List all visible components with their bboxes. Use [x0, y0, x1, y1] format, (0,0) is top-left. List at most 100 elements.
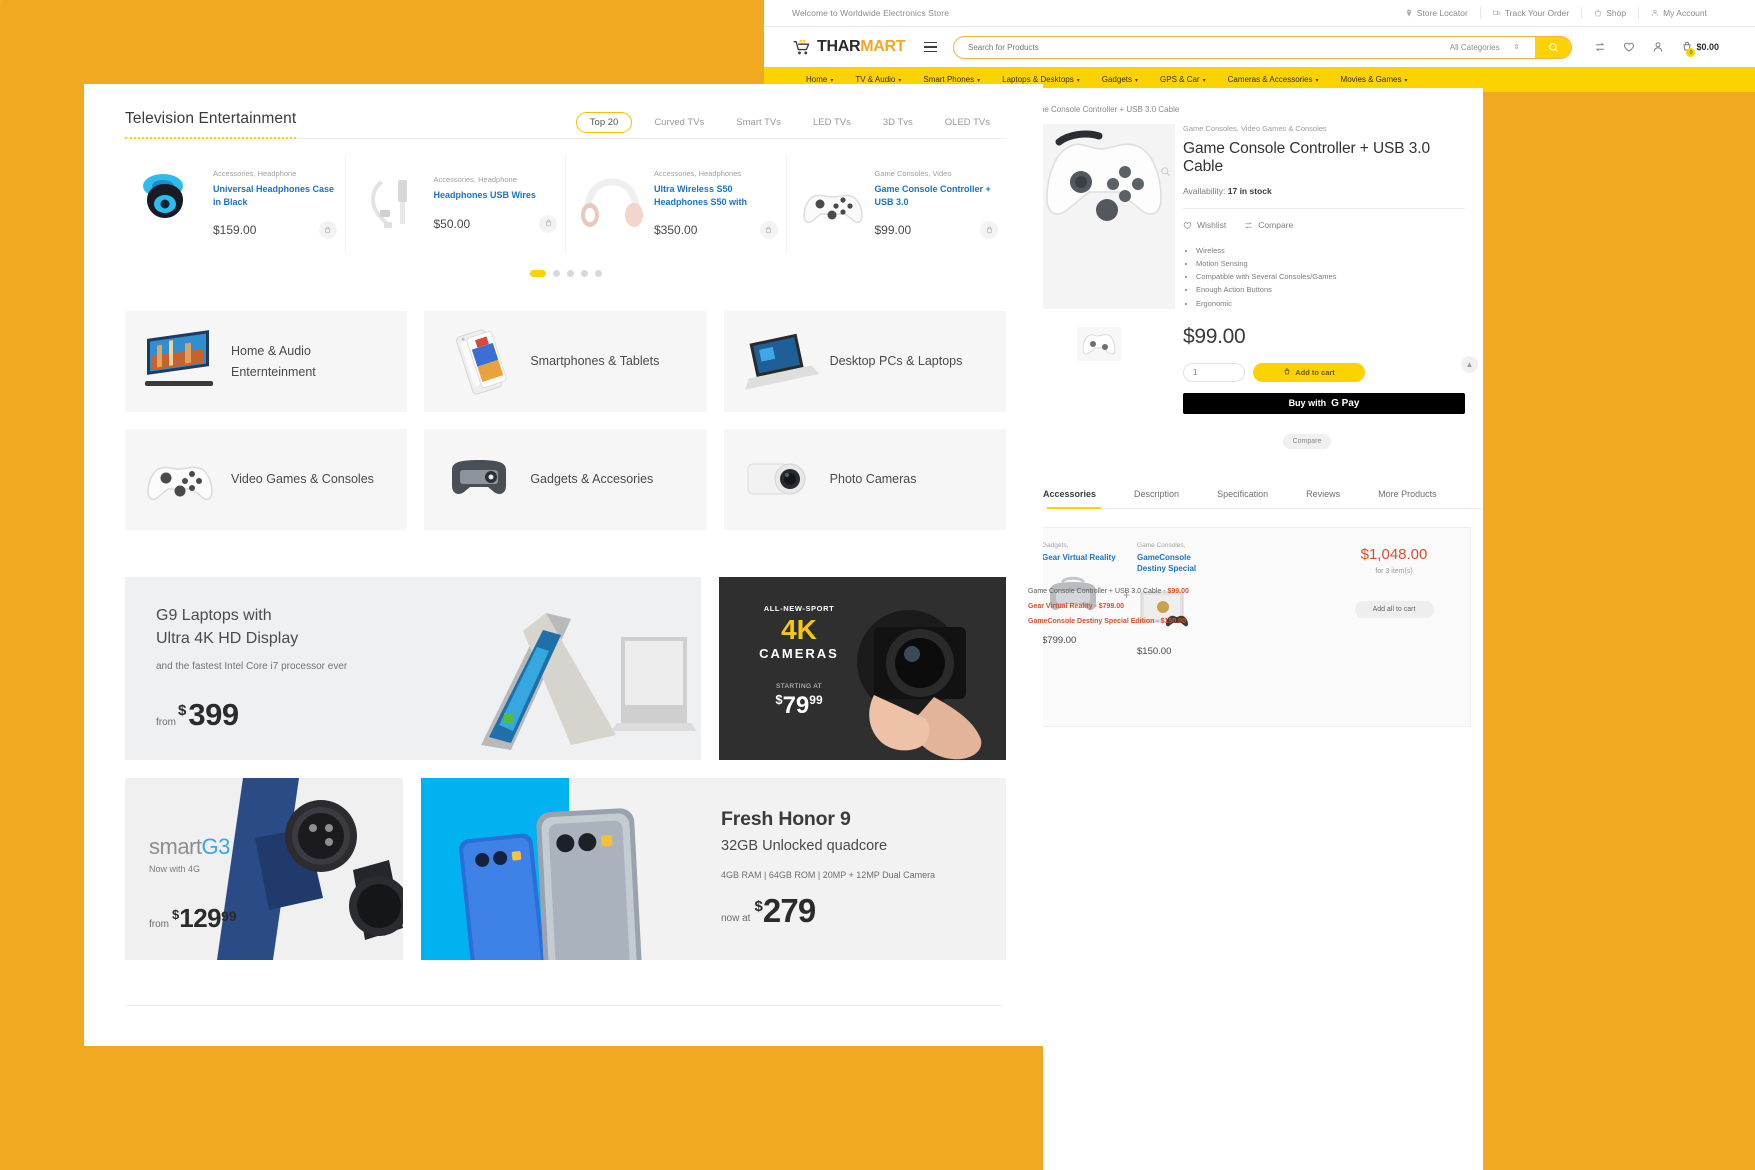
- carousel-dot-5[interactable]: [594, 270, 602, 277]
- top-link-label: My Account: [1663, 8, 1707, 18]
- nav-item-gadgets[interactable]: Gadgets ▾: [1091, 75, 1149, 84]
- carousel-product[interactable]: Game Consoles, Video Game Console Contro…: [787, 156, 1007, 252]
- add-to-cart-icon[interactable]: [539, 214, 557, 233]
- carousel-dot-4[interactable]: [580, 270, 588, 277]
- nav-item-smart-phones[interactable]: Smart Phones ▾: [912, 75, 991, 84]
- carousel-product[interactable]: Accessories, Headphones Ultra Wireless S…: [566, 156, 787, 252]
- search-input[interactable]: [954, 42, 1444, 52]
- top-link-store-locator[interactable]: Store Locator: [1393, 7, 1480, 19]
- wishlist-button[interactable]: Wishlist: [1183, 220, 1226, 230]
- wishlist-heart-icon[interactable]: [1623, 41, 1635, 53]
- product-price: $99.00: [874, 223, 912, 238]
- nav-item-gps-car[interactable]: GPS & Car ▾: [1149, 75, 1217, 84]
- tab-top-20[interactable]: Top 20: [575, 112, 633, 133]
- add-all-to-cart-button[interactable]: Add all to cart: [1354, 600, 1434, 618]
- add-to-cart-button[interactable]: Add to cart: [1253, 362, 1365, 382]
- promo-banner-g9-laptops[interactable]: G9 Laptops with Ultra 4K HD Display and …: [125, 577, 701, 760]
- tab-more-products[interactable]: More Products: [1359, 489, 1456, 508]
- product-name[interactable]: Headphones USB Wires: [434, 189, 558, 202]
- tab-oled-tvs[interactable]: OLED TVs: [929, 117, 1006, 128]
- category-card-smartphones-tablets[interactable]: Smartphones & Tablets: [424, 311, 707, 412]
- tab-reviews[interactable]: Reviews: [1287, 489, 1359, 508]
- nav-label: Gadgets: [1101, 75, 1132, 84]
- product-category: Accessories, Headphones: [654, 168, 742, 178]
- site-logo[interactable]: THARMART: [792, 38, 910, 56]
- carousel-dot-1[interactable]: [529, 270, 546, 277]
- nav-item-tv-audio[interactable]: TV & Audio ▾: [844, 75, 912, 84]
- chevron-updown-icon: ⇕: [1513, 44, 1520, 51]
- feature-item: Compatible with Several Consoles/Games: [1196, 270, 1465, 283]
- search-button[interactable]: [1535, 36, 1572, 58]
- menu-hamburger-icon[interactable]: [924, 41, 937, 53]
- nav-item-laptops-desktops[interactable]: Laptops & Desktops ▾: [991, 75, 1091, 84]
- nav-item-movies-games[interactable]: Movies & Games ▾: [1330, 75, 1419, 84]
- product-category: Accessories, Headphone: [213, 168, 297, 178]
- category-card-photo-cameras[interactable]: Photo Cameras: [723, 429, 1006, 530]
- google-pay-button[interactable]: Buy with G Pay: [1183, 392, 1465, 414]
- product-price: $350.00: [654, 223, 698, 238]
- zoom-icon[interactable]: [1160, 166, 1171, 177]
- category-card-gadgets-accessories[interactable]: Gadgets & Accesories: [424, 429, 707, 530]
- welcome-message: Welcome to Worldwide Electronics Store: [792, 8, 950, 18]
- compare-link[interactable]: Compare: [1244, 220, 1293, 230]
- vr-headset-icon: [438, 444, 520, 516]
- product-name[interactable]: Universal Headphones Case in Black: [213, 183, 337, 209]
- tab-curved-tvs[interactable]: Curved TVs: [638, 117, 720, 128]
- promo-honor-price: 279: [762, 892, 816, 929]
- quantity-input[interactable]: [1183, 362, 1245, 382]
- product-name[interactable]: Ultra Wireless S50 Headphones S50 with: [654, 183, 778, 209]
- account-user-icon[interactable]: [1652, 41, 1664, 53]
- tab-specification[interactable]: Specification: [1198, 489, 1287, 508]
- category-card-video-games[interactable]: Video Games & Consoles: [125, 429, 408, 530]
- promo-banner-4k-cameras[interactable]: ALL-NEW-SPORT 4K CAMERAS STARTING AT $79…: [719, 577, 1006, 760]
- nav-item-cameras-accessories[interactable]: Cameras & Accessories ▾: [1217, 75, 1330, 84]
- nav-item-home[interactable]: Home ▾: [792, 75, 844, 84]
- add-to-cart-icon[interactable]: [759, 221, 778, 240]
- tab-smart-tvs[interactable]: Smart TVs: [720, 117, 797, 128]
- header-action-icons: 0 $0.00: [1594, 41, 1719, 57]
- carousel-pagination: [125, 270, 1006, 277]
- promo-camera-text: ALL-NEW-SPORT 4K CAMERAS STARTING AT $79…: [739, 604, 859, 720]
- cart-icon: [1284, 368, 1290, 375]
- add-to-cart-icon[interactable]: [980, 221, 998, 240]
- carousel-product[interactable]: Accessories, Headphone Universal Headpho…: [125, 156, 346, 252]
- tab-led-tvs[interactable]: LED TVs: [797, 117, 867, 128]
- product-name[interactable]: Game Console Controller + USB 3.0: [875, 183, 999, 209]
- bundle-total-items: for 3 item(s): [1375, 567, 1413, 575]
- carousel-product[interactable]: Accessories, Headphone Headphones USB Wi…: [346, 156, 566, 252]
- honor-copy: Fresh Honor 9 32GB Unlocked quadcore 4GB…: [699, 778, 1006, 960]
- cart-widget[interactable]: 0 $0.00: [1681, 41, 1719, 57]
- product-main-image[interactable]: [1043, 124, 1175, 309]
- tab-accessories[interactable]: Accessories: [1043, 489, 1115, 509]
- availability-status: Availability: 17 in stock: [1183, 186, 1465, 196]
- compare-button[interactable]: Compare: [1283, 433, 1331, 449]
- tab-description[interactable]: Description: [1115, 489, 1198, 508]
- promo-banner-smart-g3[interactable]: smartG3 Now with 4G from $ 129 99: [125, 778, 403, 960]
- product-features-list: Wireless Motion Sensing Compatible with …: [1196, 244, 1465, 310]
- tab-3d-tvs[interactable]: 3D Tvs: [867, 117, 929, 128]
- top-link-my-account[interactable]: My Account: [1638, 7, 1719, 19]
- promo-laptop-currency: $: [178, 702, 187, 719]
- add-to-cart-icon[interactable]: [318, 221, 337, 240]
- scroll-to-top-button[interactable]: ▲: [1461, 356, 1478, 373]
- top-link-label: Track Your Order: [1504, 8, 1570, 18]
- feature-item: Motion Sensing: [1196, 257, 1465, 270]
- compare-icon[interactable]: [1594, 41, 1606, 53]
- compare-icon: [1245, 221, 1253, 229]
- category-select[interactable]: All Categories ⇕: [1444, 43, 1536, 52]
- promo-banner-row-2: smartG3 Now with 4G from $ 129 99 Fresh …: [125, 778, 1006, 960]
- top-link-shop[interactable]: Shop: [1581, 7, 1638, 19]
- carousel-dot-3[interactable]: [566, 270, 574, 277]
- bundle-item-name[interactable]: Gear Virtual Reality: [1043, 552, 1116, 563]
- category-card-desktop-laptops[interactable]: Desktop PCs & Laptops: [723, 311, 1006, 412]
- product-thumbnail-1[interactable]: [1077, 327, 1121, 361]
- compare-label: Compare: [1258, 220, 1294, 230]
- promo-banner-honor-9[interactable]: Fresh Honor 9 32GB Unlocked quadcore 4GB…: [421, 778, 1006, 960]
- promo-laptop-price: 399: [188, 697, 239, 732]
- top-link-track-order[interactable]: Track Your Order: [1479, 7, 1581, 19]
- category-card-label: Gadgets & Accesories: [530, 472, 654, 487]
- product-price: $50.00: [433, 216, 471, 231]
- carousel-dot-2[interactable]: [552, 270, 560, 277]
- category-card-home-audio[interactable]: Home & Audio Enternteinment: [125, 311, 408, 412]
- bundle-item-name[interactable]: GameConsole Destiny Special: [1137, 552, 1211, 574]
